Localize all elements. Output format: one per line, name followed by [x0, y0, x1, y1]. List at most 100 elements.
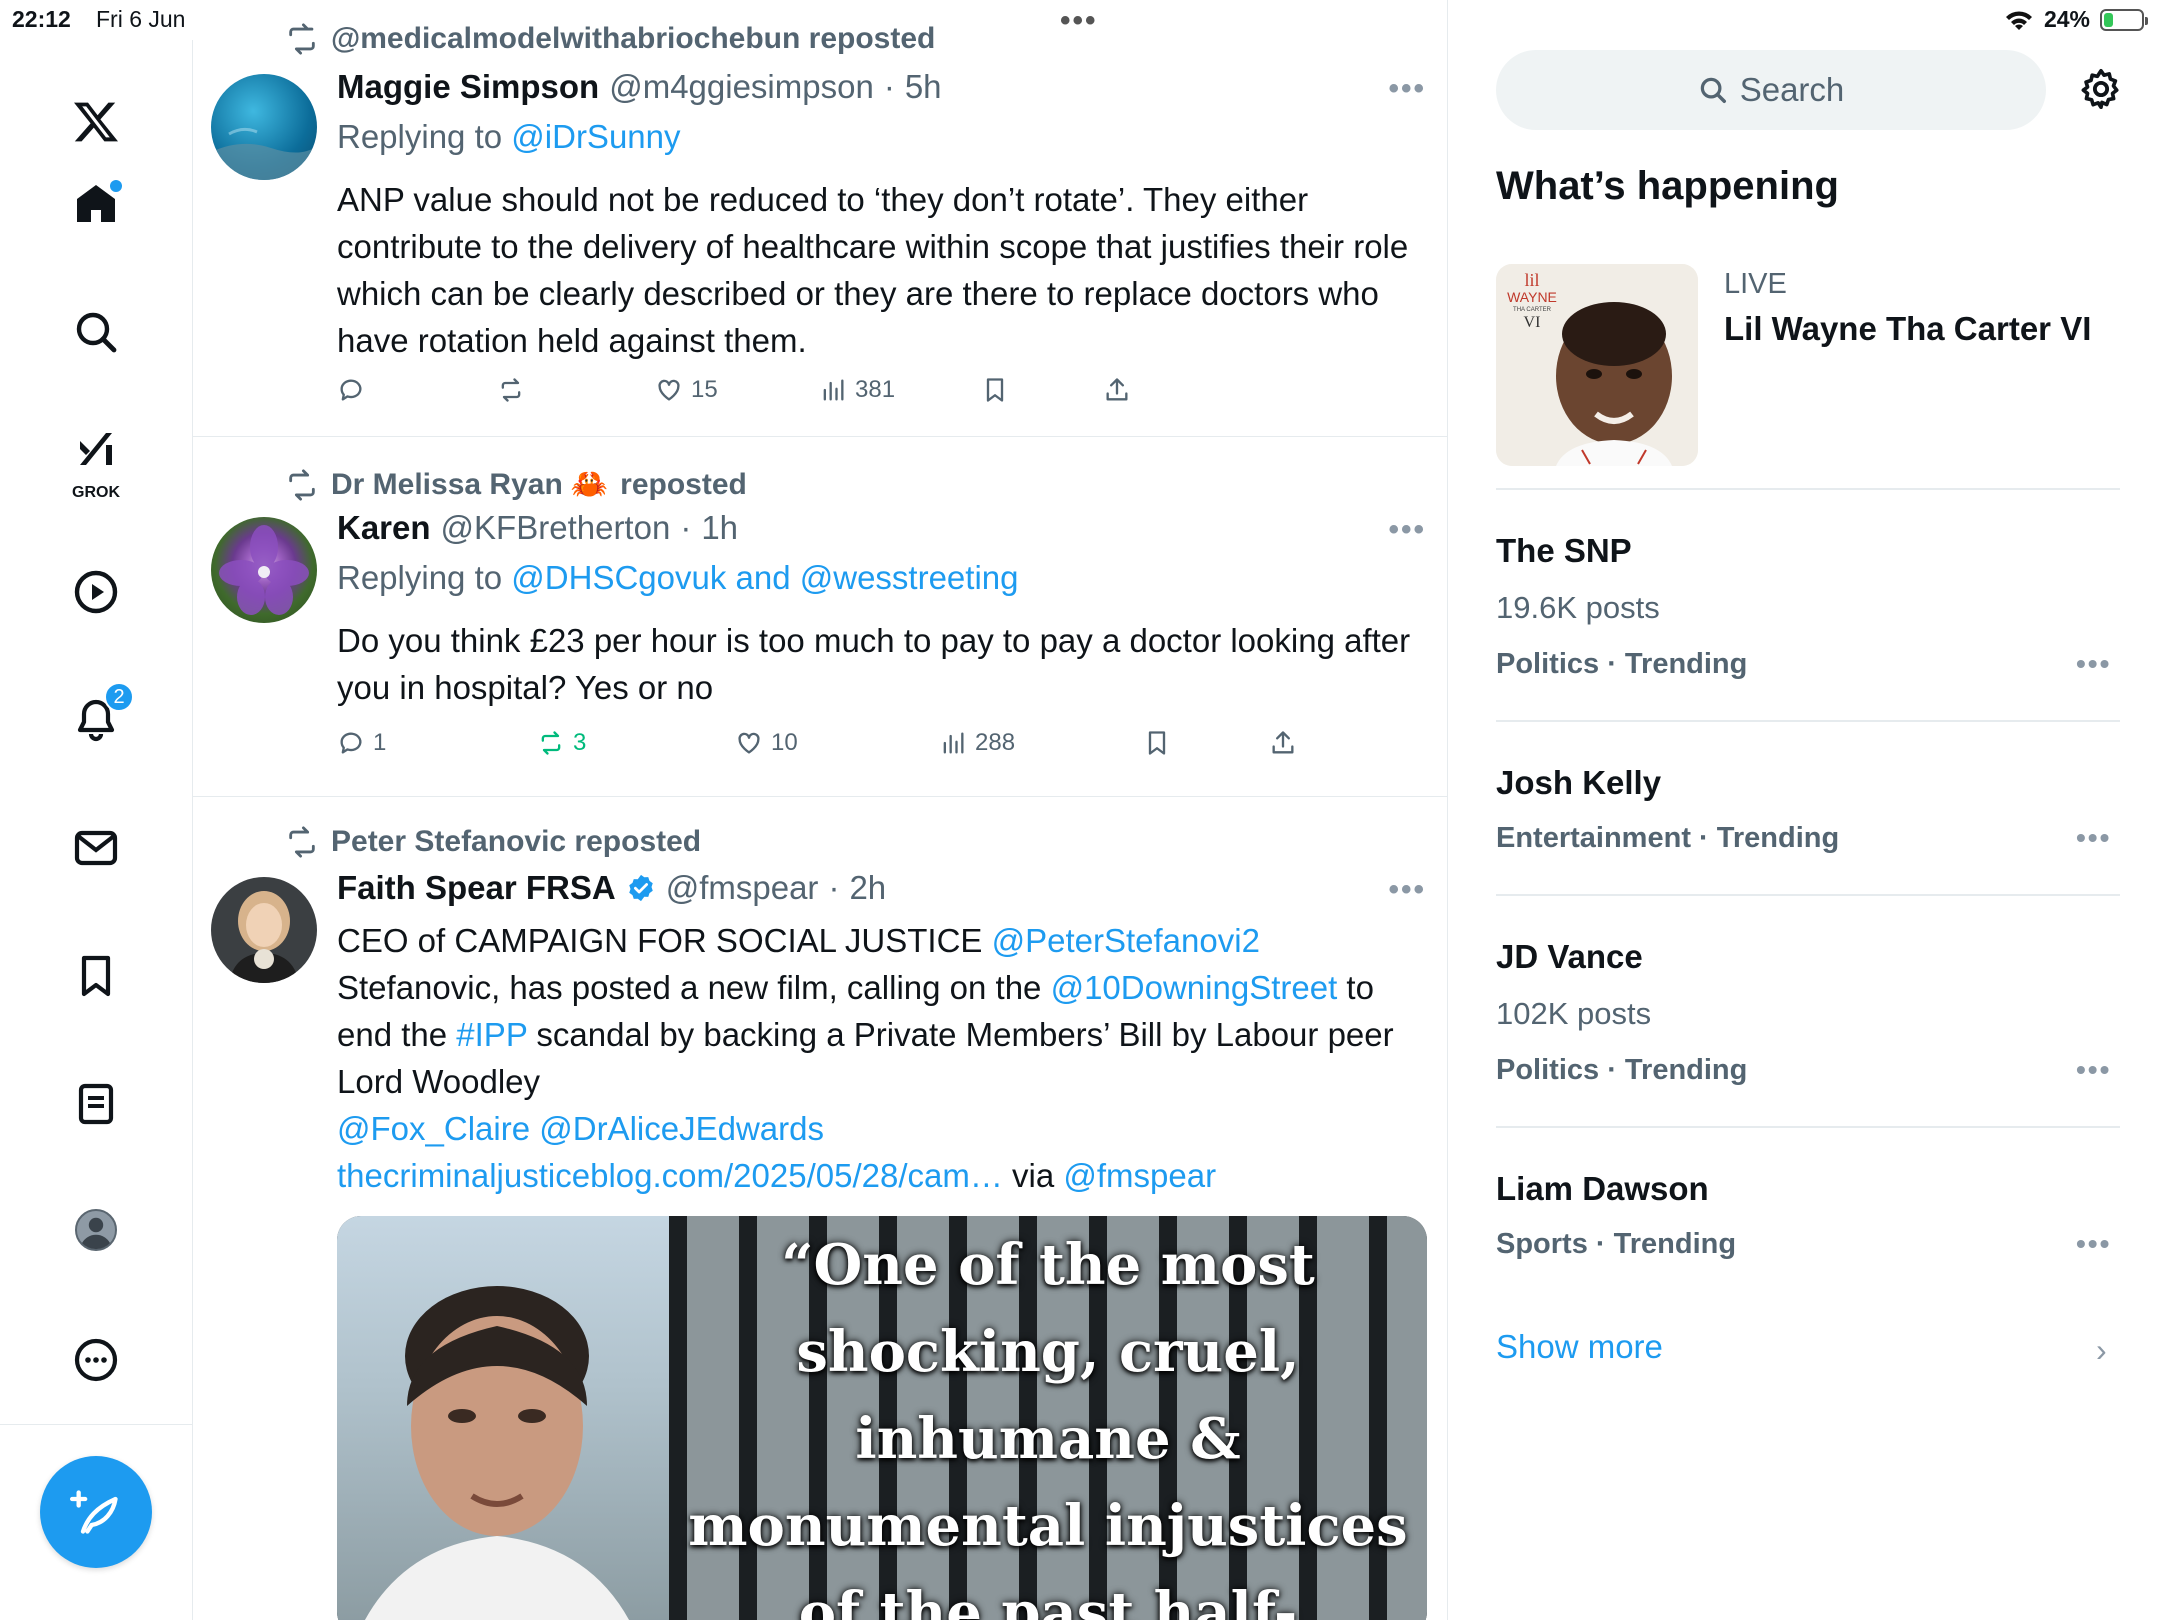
video-play-icon[interactable] — [56, 552, 136, 632]
author-handle[interactable]: @KFBretherton — [441, 509, 671, 547]
chevron-right-icon: › — [2096, 1332, 2107, 1368]
grok-icon[interactable]: GROK — [56, 418, 136, 501]
avatar[interactable] — [211, 877, 317, 983]
share-button[interactable] — [1269, 729, 1297, 757]
explore-search-icon[interactable] — [56, 292, 136, 372]
repost-icon — [541, 731, 561, 755]
profile-avatar-icon[interactable] — [56, 1190, 136, 1270]
repost-by-name[interactable]: Dr Melissa Ryan — [331, 468, 563, 502]
share-icon — [1272, 731, 1294, 754]
media-quote-line: “One of the most — [781, 1232, 1315, 1298]
compose-feather-icon — [70, 1490, 118, 1534]
trend-category: Entertainment · Trending — [1496, 822, 1840, 854]
mention-link[interactable]: @Fox_Claire — [337, 1110, 530, 1147]
home-unread-dot — [110, 180, 122, 192]
post-more-button[interactable]: ••• — [1388, 72, 1426, 106]
trend-divider — [1496, 894, 2120, 896]
settings-gear-icon[interactable] — [2078, 66, 2124, 112]
status-date: Fri 6 Jun — [96, 6, 186, 32]
repost-icon — [501, 378, 521, 402]
tweet-post[interactable]: Dr Melissa Ryan 🦀 reposted Karen @KFBret… — [193, 437, 1447, 797]
author-name[interactable]: Faith Spear FRSA — [337, 869, 616, 907]
repost-count: 3 — [573, 729, 587, 756]
views-chart-icon — [823, 379, 844, 401]
mention-link[interactable]: @fmspear — [1063, 1157, 1216, 1194]
like-button[interactable]: 10 — [735, 729, 798, 757]
author-handle[interactable]: @fmspear — [666, 869, 819, 907]
trend-category: Politics · Trending — [1496, 1054, 1748, 1086]
share-button[interactable] — [1103, 376, 1131, 404]
share-icon — [1106, 378, 1128, 401]
hashtag-link[interactable]: #IPP — [456, 1016, 527, 1053]
author-name[interactable]: Karen — [337, 509, 431, 547]
mention-link[interactable]: @PeterStefanovi2 — [992, 922, 1260, 959]
media-person-photo — [337, 1216, 669, 1620]
lists-icon[interactable] — [56, 1064, 136, 1144]
messages-envelope-icon[interactable] — [56, 808, 136, 888]
album-art-image[interactable]: lil WAYNE THA CARTER VI — [1496, 264, 1698, 466]
reply-button[interactable] — [337, 376, 373, 404]
avatar[interactable] — [211, 74, 317, 180]
grok-label: GROK — [72, 484, 120, 501]
mention-link[interactable]: @DrAliceJEdwards — [539, 1110, 824, 1147]
compose-post-button[interactable] — [40, 1456, 152, 1568]
heart-icon — [738, 732, 760, 754]
show-more-link[interactable]: Show more — [1496, 1328, 1663, 1366]
bookmark-button[interactable] — [981, 376, 1009, 404]
trend-more-button[interactable]: ••• — [2076, 1054, 2111, 1086]
search-input[interactable]: Search — [1496, 50, 2046, 130]
post-more-button[interactable]: ••• — [1388, 873, 1426, 907]
post-time[interactable]: 5h — [905, 68, 942, 106]
post-more-button[interactable]: ••• — [1388, 513, 1426, 547]
repost-by[interactable]: @medicalmodelwithabriochebun reposted — [331, 22, 935, 56]
post-text-part: Stefanovic, has posted a new film, calli… — [337, 969, 1051, 1006]
trend-posts: 19.6K posts — [1496, 590, 1660, 625]
media-quote-line: inhumane & — [855, 1406, 1241, 1472]
url-link[interactable]: thecriminaljusticeblog.com/2025/05/28/ca… — [337, 1157, 1003, 1194]
trend-more-button[interactable]: ••• — [2076, 822, 2111, 854]
bookmarks-icon[interactable] — [56, 936, 136, 1016]
post-time[interactable]: 2h — [849, 869, 886, 907]
reply-mention-link[interactable]: @iDrSunny — [511, 118, 680, 155]
author-handle[interactable]: @m4ggiesimpson — [609, 68, 874, 106]
reply-mention-link[interactable]: @DHSCgovuk and @wesstreeting — [511, 559, 1018, 596]
timeline-feed: @medicalmodelwithabriochebun reposted Ma… — [193, 0, 1448, 1620]
notifications-badge: 2 — [104, 682, 134, 712]
post-text-part: via — [1002, 1157, 1064, 1194]
repost-indicator: Peter Stefanovic reposted — [285, 825, 701, 859]
live-event-title[interactable]: Lil Wayne Tha Carter VI — [1724, 310, 2091, 348]
x-logo-icon[interactable] — [56, 82, 136, 162]
post-actions: 15 381 — [337, 376, 1337, 416]
author-name[interactable]: Maggie Simpson — [337, 68, 599, 106]
trend-more-button[interactable]: ••• — [2076, 648, 2111, 680]
views-button[interactable]: 381 — [819, 376, 895, 404]
post-media-image[interactable]: “One of the most shocking, cruel, inhuma… — [337, 1216, 1427, 1620]
trend-name[interactable]: The SNP — [1496, 532, 1632, 570]
views-button[interactable]: 288 — [939, 729, 1015, 757]
post-time[interactable]: 1h — [701, 509, 738, 547]
views-chart-icon — [943, 732, 964, 754]
trend-divider — [1496, 720, 2120, 722]
notifications-bell-icon[interactable]: 2 — [56, 680, 136, 760]
bookmark-button[interactable] — [1143, 729, 1171, 757]
home-icon[interactable] — [56, 164, 136, 244]
trend-name[interactable]: Liam Dawson — [1496, 1170, 1709, 1208]
avatar[interactable] — [211, 517, 317, 623]
like-button[interactable]: 15 — [655, 376, 718, 404]
media-quote-line: of the past half- — [798, 1580, 1298, 1620]
trend-name[interactable]: JD Vance — [1496, 938, 1643, 976]
post-text: CEO of CAMPAIGN FOR SOCIAL JUSTICE @Pete… — [337, 917, 1427, 1199]
tweet-post[interactable]: @medicalmodelwithabriochebun reposted Ma… — [193, 0, 1447, 437]
bookmark-icon — [986, 378, 1004, 402]
album-art-text-tha-carter: THA CARTER — [1513, 307, 1552, 313]
mention-link[interactable]: @10DowningStreet — [1051, 969, 1338, 1006]
trend-name[interactable]: Josh Kelly — [1496, 764, 1661, 802]
reply-button[interactable]: 1 — [337, 729, 386, 757]
dot-separator: · — [828, 869, 840, 906]
repost-by[interactable]: Peter Stefanovic reposted — [331, 825, 701, 859]
repost-button[interactable] — [497, 376, 533, 404]
repost-indicator: @medicalmodelwithabriochebun reposted — [285, 22, 935, 56]
more-options-icon[interactable] — [56, 1320, 136, 1400]
repost-button[interactable]: 3 — [537, 729, 586, 757]
trend-more-button[interactable]: ••• — [2076, 1228, 2111, 1260]
